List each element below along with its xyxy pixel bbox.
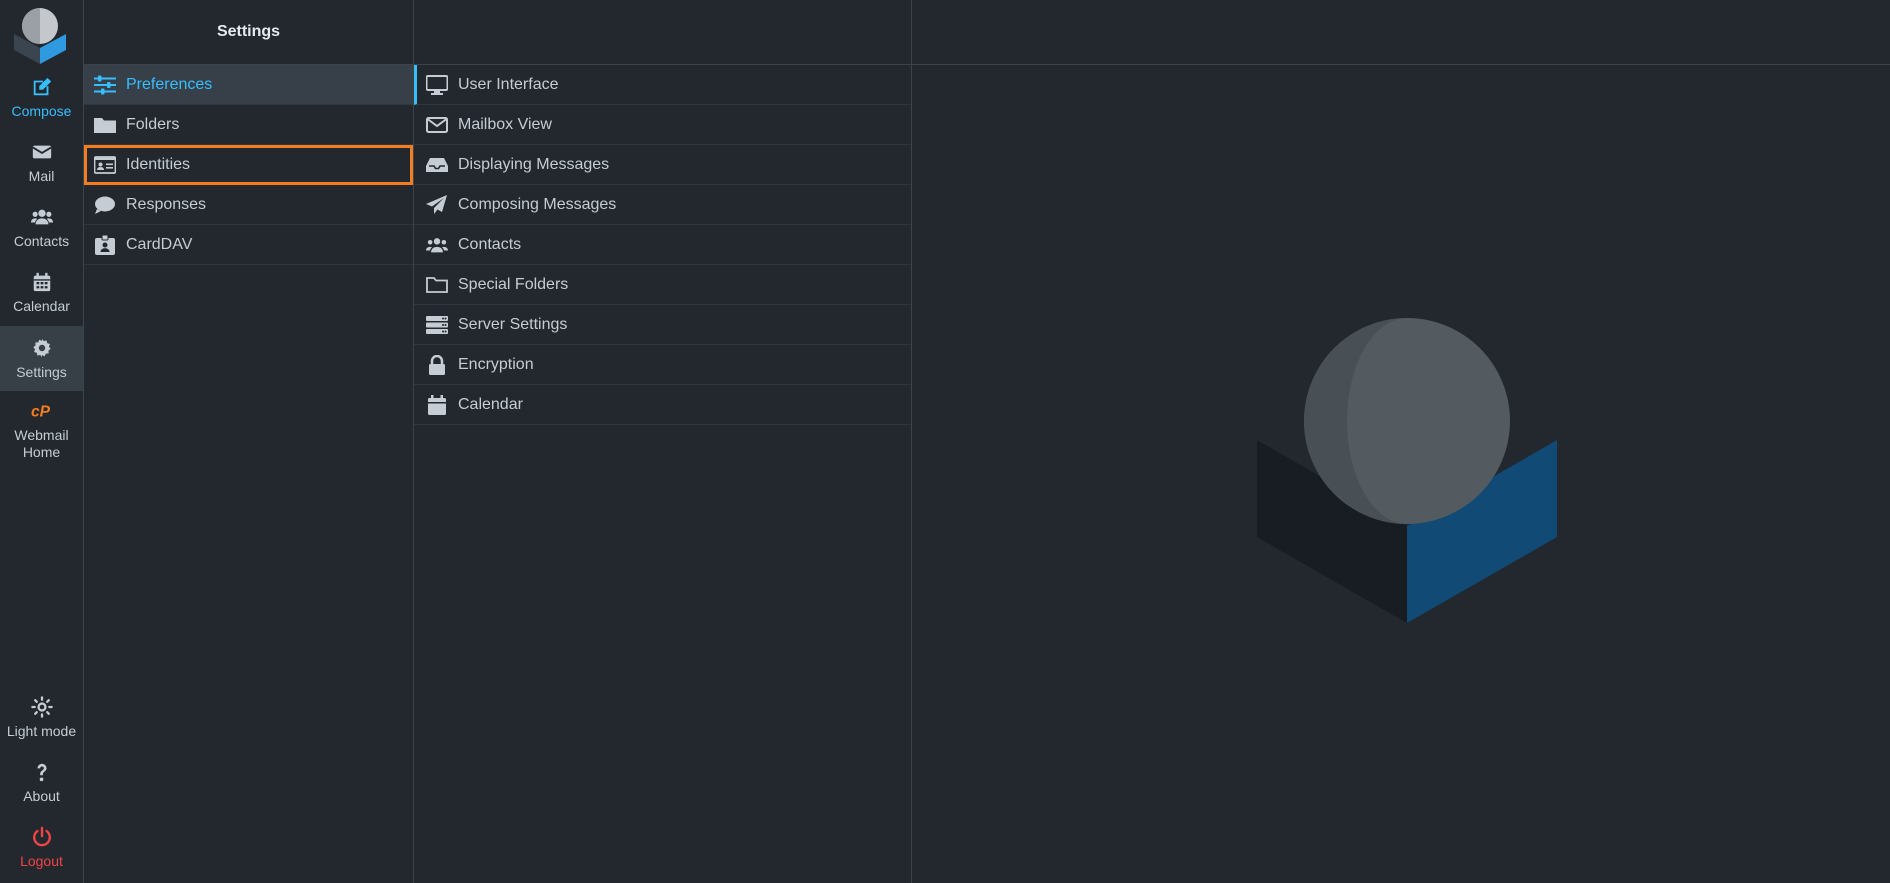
calendar-icon — [428, 394, 446, 415]
logout-button[interactable]: Logout — [0, 816, 83, 879]
light-mode-button[interactable]: Light mode — [0, 686, 83, 749]
logout-label: Logout — [20, 853, 63, 869]
about-label: About — [23, 788, 60, 804]
cpanel-icon: cP — [31, 403, 51, 420]
svg-text:cP: cP — [31, 403, 51, 420]
settings-item-label: Preferences — [126, 75, 213, 93]
settings-label: Settings — [16, 364, 67, 380]
sun-icon — [30, 696, 53, 718]
server-icon — [426, 315, 448, 334]
main-navigation: Compose Mail Contacts Calendar Settings … — [0, 0, 84, 883]
settings-item-identities[interactable]: Identities — [84, 145, 413, 185]
monitor-icon — [426, 74, 448, 95]
contacts-button[interactable]: Contacts — [0, 196, 83, 259]
webmail-home-button[interactable]: cP Webmail Home — [0, 395, 83, 465]
contact-badge-icon — [95, 234, 115, 255]
roundcube-logo[interactable] — [10, 4, 70, 64]
settings-title: Settings — [84, 0, 413, 65]
webmail-home-label: Webmail Home — [14, 427, 68, 461]
light-mode-label: Light mode — [6, 723, 77, 739]
section-item-special-folders[interactable]: Special Folders — [414, 265, 911, 305]
section-item-label: Special Folders — [458, 275, 569, 293]
calendar-label: Calendar — [13, 298, 70, 314]
roundcube-watermark-logo — [1257, 318, 1557, 623]
sliders-icon — [94, 75, 116, 94]
question-icon — [36, 763, 47, 782]
mail-label: Mail — [28, 168, 55, 184]
mail-button[interactable]: Mail — [0, 131, 83, 194]
settings-item-label: Folders — [126, 115, 180, 133]
section-item-label: User Interface — [458, 75, 559, 93]
preferences-sections-panel: User Interface Mailbox View Displaying M… — [414, 0, 912, 883]
settings-item-folders[interactable]: Folders — [84, 105, 413, 145]
section-item-label: Encryption — [458, 355, 534, 373]
section-item-label: Contacts — [458, 235, 522, 253]
section-item-user-interface[interactable]: User Interface — [414, 65, 911, 105]
settings-item-carddav[interactable]: CardDAV — [84, 225, 413, 265]
section-item-contacts[interactable]: Contacts — [414, 225, 911, 265]
power-icon — [32, 826, 51, 847]
section-item-label: Server Settings — [458, 315, 568, 333]
comment-icon — [95, 196, 115, 214]
contacts-label: Contacts — [13, 233, 70, 249]
section-item-composing-messages[interactable]: Composing Messages — [414, 185, 911, 225]
section-item-label: Mailbox View — [458, 115, 552, 133]
section-item-mailbox-view[interactable]: Mailbox View — [414, 105, 911, 145]
settings-item-label: Responses — [126, 195, 207, 213]
settings-item-preferences[interactable]: Preferences — [84, 65, 413, 105]
users-icon — [426, 237, 448, 252]
content-frame — [912, 0, 1890, 883]
id-card-icon — [94, 155, 116, 174]
compose-label: Compose — [11, 103, 72, 119]
paper-plane-icon — [426, 194, 447, 214]
section-item-calendar[interactable]: Calendar — [414, 385, 911, 425]
folder-icon — [94, 117, 116, 133]
section-item-label: Displaying Messages — [458, 155, 610, 173]
webmail-home-line1: Webmail — [14, 426, 69, 443]
section-item-encryption[interactable]: Encryption — [414, 345, 911, 385]
sections-header — [414, 0, 911, 65]
users-icon — [30, 209, 53, 225]
settings-item-label: CardDAV — [126, 235, 193, 253]
calendar-button[interactable]: Calendar — [0, 261, 83, 324]
webmail-home-line2: Home — [22, 443, 61, 460]
about-button[interactable]: About — [0, 751, 83, 814]
envelope-outline-icon — [426, 116, 448, 133]
folder-outline-icon — [426, 276, 448, 293]
inbox-icon — [426, 157, 448, 172]
settings-button[interactable]: Settings — [0, 326, 83, 391]
settings-list-panel: Settings Preferences Folders Identities … — [84, 0, 414, 883]
calendar-icon — [33, 272, 50, 292]
compose-icon — [33, 77, 51, 96]
settings-item-label: Identities — [126, 155, 191, 173]
compose-button[interactable]: Compose — [0, 66, 83, 129]
envelope-icon — [31, 145, 52, 159]
gear-icon — [32, 338, 51, 358]
lock-icon — [429, 354, 445, 375]
section-item-server-settings[interactable]: Server Settings — [414, 305, 911, 345]
settings-item-responses[interactable]: Responses — [84, 185, 413, 225]
section-item-label: Composing Messages — [458, 195, 617, 213]
section-item-label: Calendar — [458, 395, 523, 413]
content-header — [912, 0, 1890, 65]
section-item-displaying-messages[interactable]: Displaying Messages — [414, 145, 911, 185]
